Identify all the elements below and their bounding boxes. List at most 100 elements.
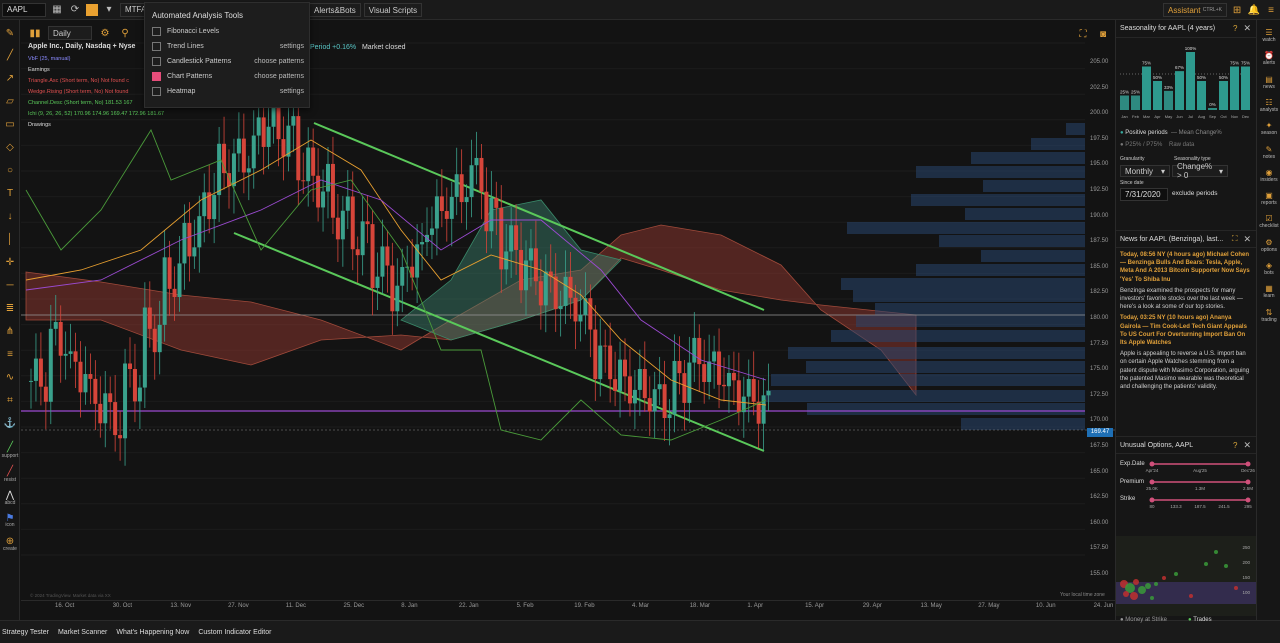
analysis-option-row[interactable]: Candlestick Patterns choose patterns	[152, 57, 304, 66]
calendar-icon[interactable]: ▦	[50, 3, 64, 17]
color-swatch[interactable]	[86, 3, 98, 16]
indicator-label[interactable]: VbF (25, manual)	[28, 56, 71, 62]
close-icon[interactable]: ✕	[1243, 23, 1251, 34]
analysis-icon[interactable]: ⚲	[118, 26, 132, 40]
fib-icon[interactable]: ≣	[3, 301, 17, 315]
indicator-label[interactable]: Earnings	[28, 67, 50, 73]
rectangle-icon[interactable]: ▭	[3, 117, 17, 131]
tab-strategy-tester[interactable]: Strategy Tester	[2, 629, 49, 636]
interval-select[interactable]: Daily	[48, 26, 92, 40]
nav-reports[interactable]: ▣ reports	[1257, 191, 1280, 206]
analysis-option-row[interactable]: Chart Patterns choose patterns	[152, 72, 304, 81]
resist-icon[interactable]: ╱	[3, 464, 17, 478]
price-tick: 170.00	[1090, 417, 1109, 424]
expand-icon[interactable]: ⛶	[1232, 234, 1238, 244]
checkbox[interactable]	[152, 87, 161, 96]
nav-watch[interactable]: ☰ watch	[1257, 28, 1280, 43]
nav-notes[interactable]: ✎ notes	[1257, 145, 1280, 160]
analysis-option-row[interactable]: Trend Lines settings	[152, 42, 304, 51]
analysis-option-row[interactable]: Heatmap settings	[152, 87, 304, 96]
season-bar-label: 75%	[1142, 61, 1151, 66]
option-action-link[interactable]: settings	[280, 88, 304, 95]
trade-point	[1224, 564, 1228, 568]
indicator-label[interactable]: Wedge.Rising (Short term, No) Not found	[28, 89, 128, 95]
assistant-button[interactable]: Assistant CTRL+K	[1163, 3, 1228, 17]
menu-icon[interactable]: ≡	[1264, 3, 1278, 17]
tab-whats-happening[interactable]: What's Happening Now	[116, 629, 189, 636]
candle-body	[29, 380, 33, 382]
gann-icon[interactable]: ≡	[3, 347, 17, 361]
indicator-label[interactable]: Drawings	[28, 122, 51, 128]
nav-checklist[interactable]: ☑ checklist	[1257, 214, 1280, 229]
refresh-icon[interactable]: ⟳	[68, 3, 82, 17]
strike-handle-min	[1149, 497, 1155, 503]
option-action-link[interactable]: settings	[280, 43, 304, 50]
options-filters[interactable]: Apr'24 Aug'25 Dec'26 25.0K 1.3M 2.5M 80 133.3 18…	[1116, 456, 1256, 624]
support-icon[interactable]: ╱	[3, 440, 17, 454]
analysis-option-row[interactable]: Fibonacci Levels	[152, 27, 304, 36]
news-headline-1[interactable]: Today, 08:56 NY (4 hours ago) Michael Co…	[1116, 251, 1256, 284]
checkbox[interactable]	[152, 27, 161, 36]
nav-trading[interactable]: ⇅ trading	[1257, 308, 1280, 323]
help-icon[interactable]: ?	[1233, 24, 1237, 33]
option-action-link[interactable]: choose patterns	[254, 58, 304, 65]
news-headline-2[interactable]: Today, 03:25 NY (10 hours ago) Ananya Ga…	[1116, 314, 1256, 347]
circle-icon[interactable]: ○	[3, 163, 17, 177]
time-axis[interactable]: 16. Oct 30. Oct 13. Nov 27. Nov 11. Dec 25. D…	[21, 600, 1115, 614]
options-help-icon[interactable]: ?	[1233, 441, 1237, 450]
bell-icon[interactable]: 🔔	[1247, 3, 1261, 17]
nav-options[interactable]: ⚙ options	[1257, 238, 1280, 253]
pitchfork-icon[interactable]: ⋔	[3, 324, 17, 338]
granularity-select[interactable]: Monthly ▾	[1120, 165, 1170, 177]
local-time[interactable]: Your local time zone	[1060, 592, 1105, 598]
chevron-down-icon[interactable]: ▾	[102, 3, 116, 17]
nav-bots[interactable]: ◈ bots	[1257, 261, 1280, 276]
checkbox[interactable]	[152, 57, 161, 66]
checkbox[interactable]	[152, 72, 161, 81]
symbol-input[interactable]: AAPL	[2, 2, 46, 17]
price-axis[interactable]: 205.00 202.50 200.00 197.50 195.00 192.50 190.…	[1085, 20, 1115, 600]
grid-icon[interactable]: ⊞	[1230, 3, 1244, 17]
tab-custom-indicator[interactable]: Custom Indicator Editor	[198, 629, 271, 636]
nav-learn[interactable]: ▦ learn	[1257, 284, 1280, 299]
nav-season[interactable]: ✦ season	[1257, 121, 1280, 136]
exclude-periods-link[interactable]: exclude periods	[1172, 190, 1218, 197]
shapes-icon[interactable]: ◇	[3, 140, 17, 154]
tab-market-scanner[interactable]: Market Scanner	[58, 629, 107, 636]
candle-body	[662, 384, 667, 419]
line-icon[interactable]: ╱	[3, 48, 17, 62]
fullscreen-icon[interactable]: ⛶	[1076, 27, 1090, 41]
price-chart[interactable]	[21, 20, 1115, 620]
camera-icon[interactable]: ◙	[1096, 27, 1110, 41]
nav-alerts[interactable]: ⏰ alerts	[1257, 51, 1280, 66]
checkbox[interactable]	[152, 42, 161, 51]
alerts-bots-button[interactable]: Alerts&Bots	[309, 3, 361, 17]
indicator-label[interactable]: Ichi (9, 26, 26, 52) 170.96 174.96 169.4…	[28, 111, 164, 117]
candles-icon[interactable]: ▮▮	[28, 26, 42, 40]
ray-icon[interactable]: ↗	[3, 71, 17, 85]
vertical-line-icon[interactable]: │	[3, 232, 17, 246]
since-date-input[interactable]: 7/31/2020	[1120, 188, 1168, 201]
option-action-link[interactable]: choose patterns	[254, 73, 304, 80]
crosshair-icon[interactable]: ✛	[3, 255, 17, 269]
indicator-label[interactable]: Channel.Desc (Short term, No) 181.53 167	[28, 100, 133, 106]
horizontal-line-icon[interactable]: ─	[3, 278, 17, 292]
type-select[interactable]: Change% > 0 ▾	[1172, 162, 1228, 180]
text-icon[interactable]: T	[3, 186, 17, 200]
nav-analysts[interactable]: ☷ analysts	[1257, 98, 1280, 113]
trade-point	[1189, 594, 1193, 598]
nav-news[interactable]: ▤ news	[1257, 75, 1280, 90]
pencil-icon[interactable]: ✎	[3, 26, 17, 40]
measure-icon[interactable]: ⌗	[3, 393, 17, 407]
channel-icon[interactable]: ▱	[3, 94, 17, 108]
nav-insiders[interactable]: ◉ insiders	[1257, 168, 1280, 183]
arrow-down-icon[interactable]: ↓	[3, 209, 17, 223]
news-close-icon[interactable]: ✕	[1243, 234, 1251, 245]
settings-icon[interactable]: ⚙	[98, 26, 112, 40]
anchor-icon[interactable]: ⚓	[3, 416, 17, 430]
indicator-label[interactable]: Triangle.Asc (Short term, No) Not found …	[28, 78, 129, 84]
options-close-icon[interactable]: ✕	[1243, 440, 1251, 451]
visual-scripts-button[interactable]: Visual Scripts	[363, 3, 423, 17]
candle-body	[484, 191, 489, 232]
wave-icon[interactable]: ∿	[3, 370, 17, 384]
